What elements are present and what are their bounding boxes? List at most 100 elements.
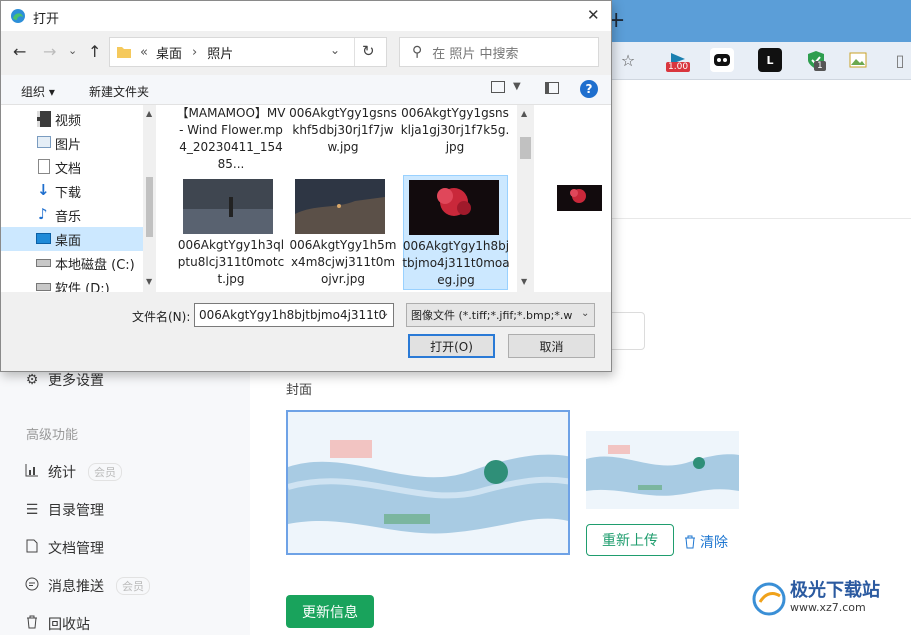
scroll-thumb[interactable] — [146, 177, 153, 237]
view-dropdown-icon[interactable]: ▼ — [513, 81, 521, 92]
picture-icon — [37, 136, 51, 148]
search-icon: ⚲ — [412, 44, 423, 60]
file-name[interactable]: 006AkgtYgy1gsnskhf5dbj30rj1f7jww.jpg — [288, 105, 398, 156]
sidebar-item-label: 回收站 — [48, 617, 90, 633]
open-button[interactable]: 打开(O) — [408, 334, 495, 358]
address-dropdown-icon[interactable]: ⌄ — [330, 43, 340, 57]
sidebar-item-directory[interactable]: ☰ 目录管理 — [24, 500, 104, 520]
sidebar-item-statistics[interactable]: 统计 会员 — [24, 462, 122, 482]
divider — [354, 38, 355, 66]
nav-label: 下载 — [55, 185, 82, 201]
nav-item-drive-c[interactable]: 本地磁盘 (C:) — [1, 251, 143, 275]
organize-button[interactable]: 组织 ▾ — [21, 83, 55, 100]
cancel-button[interactable]: 取消 — [508, 334, 595, 358]
cover-label: 封面 — [286, 383, 313, 398]
desktop-icon — [36, 233, 51, 244]
filetype-value: 图像文件 (*.tiff;*.jfif;*.bmp;*.w — [411, 309, 573, 322]
filetype-select[interactable]: 图像文件 (*.tiff;*.jfif;*.bmp;*.w — [406, 303, 595, 327]
edge-icon — [11, 9, 25, 23]
forward-arrow-icon[interactable]: → — [43, 42, 56, 61]
sidebar-item-label: 统计 — [48, 465, 76, 481]
music-icon: ♪ — [38, 205, 48, 223]
recent-dropdown-icon[interactable]: ⌄ — [68, 44, 77, 57]
preview-pane — [534, 105, 611, 292]
breadcrumb-overflow[interactable]: « — [140, 45, 148, 60]
file-name[interactable]: 【MAMAMOO】MV- Wind Flower.mp4_20230411_15… — [176, 105, 286, 173]
file-grid-scrollbar[interactable]: ▲ ▼ — [517, 105, 534, 292]
nav-item-pictures[interactable]: 图片 — [1, 131, 143, 155]
bar-chart-icon — [24, 463, 40, 481]
nav-label: 文档 — [55, 161, 82, 177]
update-info-button[interactable]: 更新信息 — [286, 595, 374, 628]
search-input[interactable]: ⚲ 在 照片 中搜索 — [399, 37, 599, 67]
breadcrumb-desktop[interactable]: 桌面 — [156, 43, 182, 62]
sidebar-section-heading: 高级功能 — [26, 428, 79, 443]
view-icon[interactable] — [491, 81, 505, 93]
robot-icon[interactable] — [710, 48, 734, 72]
sidebar-item-push[interactable]: 消息推送 会员 — [24, 576, 150, 596]
scroll-up-icon[interactable]: ▲ — [521, 109, 527, 118]
watermark-logo-icon — [752, 582, 786, 616]
nav-label: 视频 — [55, 113, 82, 129]
scroll-up-icon[interactable]: ▲ — [146, 109, 152, 118]
nav-label: 软件 (D:) — [55, 281, 110, 293]
filename-input[interactable]: 006AkgtYgy1h8bjtbjmo4j311t0 — [194, 303, 394, 327]
nav-item-downloads[interactable]: ↓ 下载 — [1, 179, 143, 203]
search-placeholder: 在 照片 中搜索 — [432, 46, 519, 62]
up-arrow-icon[interactable]: ↑ — [88, 42, 101, 61]
nav-item-drive-d[interactable]: 软件 (D:) — [1, 275, 143, 292]
filename-value: 006AkgtYgy1h8bjtbjmo4j311t0 — [199, 308, 387, 322]
refresh-icon[interactable]: ↻ — [362, 42, 375, 60]
back-arrow-icon[interactable]: ← — [13, 42, 26, 61]
close-button[interactable]: ✕ — [587, 6, 600, 24]
sidebar-item-more-settings[interactable]: ⚙ 更多设置 — [24, 370, 104, 390]
scroll-down-icon[interactable]: ▼ — [146, 277, 152, 286]
cover-preview — [586, 431, 739, 509]
breadcrumb-photos[interactable]: 照片 — [207, 43, 233, 62]
reupload-button[interactable]: 重新上传 — [586, 524, 674, 556]
scroll-down-icon[interactable]: ▼ — [521, 277, 527, 286]
drive-icon — [36, 283, 51, 291]
preview-pane-icon[interactable] — [545, 82, 559, 94]
sidebar-item-documents[interactable]: 文档管理 — [24, 538, 104, 558]
scroll-thumb[interactable] — [520, 137, 531, 159]
file-name: 006AkgtYgy1h3qlptu8lcj311t0motct.jpg — [177, 238, 285, 286]
help-icon[interactable]: ? — [580, 80, 598, 98]
file-tile[interactable]: 006AkgtYgy1h3qlptu8lcj311t0motct.jpg — [178, 177, 284, 289]
document-icon — [24, 539, 40, 557]
nav-item-desktop[interactable]: 桌面 — [1, 227, 143, 251]
file-thumbnail — [295, 179, 385, 234]
file-grid: 【MAMAMOO】MV- Wind Flower.mp4_20230411_15… — [156, 105, 534, 292]
file-tile[interactable]: 006AkgtYgy1h5mx4m8cjwj311t0mojvr.jpg — [290, 177, 397, 289]
filename-dropdown-icon[interactable]: ⌄ — [381, 308, 389, 319]
nav-item-music[interactable]: ♪ 音乐 — [1, 203, 143, 227]
filename-label: 文件名(N): — [132, 310, 191, 324]
image-icon[interactable] — [846, 48, 870, 72]
clipboard-icon[interactable]: ▯ — [888, 48, 911, 72]
l-icon[interactable]: L — [758, 48, 782, 72]
breadcrumb-separator: › — [191, 44, 198, 60]
flag-badge: 1.00 — [666, 62, 691, 72]
filetype-dropdown-icon[interactable]: ⌄ — [581, 308, 589, 319]
list-icon: ☰ — [25, 502, 39, 518]
new-folder-button[interactable]: 新建文件夹 — [89, 83, 149, 100]
address-bar[interactable]: « 桌面 › 照片 ⌄ ↻ — [109, 37, 387, 67]
nav-item-documents[interactable]: 文档 — [1, 155, 143, 179]
star-add-icon[interactable]: ☆ — [616, 48, 640, 72]
member-badge: 会员 — [116, 577, 150, 595]
sidebar-item-label: 文档管理 — [48, 541, 104, 557]
file-name[interactable]: 006AkgtYgy1gsnsklja1gj30rj1f7k5g.jpg — [400, 105, 510, 156]
sidebar-item-label: 更多设置 — [48, 373, 104, 389]
sidebar-item-label: 消息推送 — [48, 579, 104, 595]
flag-icon[interactable]: 1.00 — [666, 48, 691, 72]
shield-check-icon[interactable]: 1 — [804, 48, 828, 72]
nav-scrollbar[interactable]: ▲ ▼ — [143, 105, 156, 292]
nav-item-videos[interactable]: 视频 — [1, 107, 143, 131]
file-tile-selected[interactable]: 006AkgtYgy1h8bjtbjmo4j311t0moaeg.jpg — [402, 175, 510, 290]
sidebar-item-trash[interactable]: 回收站 — [24, 614, 90, 634]
clear-button[interactable]: 清除 — [684, 532, 728, 552]
file-name: 006AkgtYgy1h8bjtbjmo4j311t0moaeg.jpg — [402, 239, 510, 287]
dialog-titlebar: 打开 ✕ — [1, 1, 611, 31]
shield-badge: 1 — [814, 61, 826, 71]
cover-image[interactable] — [286, 410, 570, 555]
